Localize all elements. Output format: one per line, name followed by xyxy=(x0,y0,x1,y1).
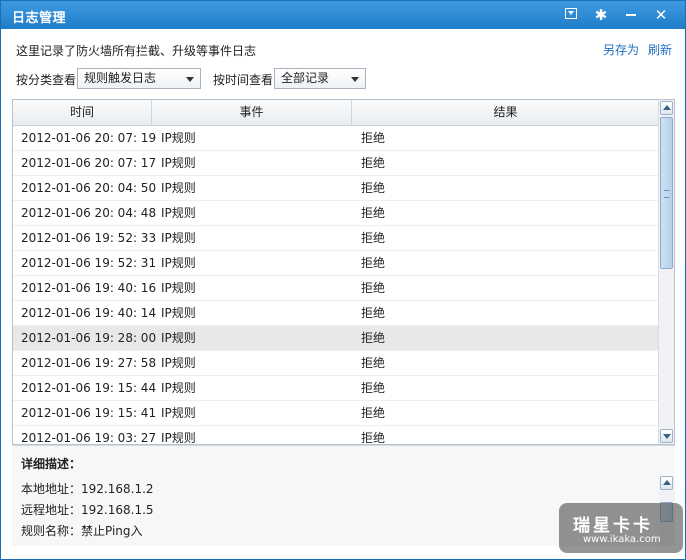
scroll-thumb[interactable] xyxy=(660,117,673,269)
cell-time: 2012-01-06 19: 15: 44 xyxy=(21,381,157,395)
table-row[interactable]: 2012-01-06 20: 07: 17 IP规则 拒绝 xyxy=(13,151,659,176)
table-row[interactable]: 2012-01-06 20: 07: 19 IP规则 拒绝 xyxy=(13,126,659,151)
cell-time: 2012-01-06 19: 52: 33 xyxy=(21,231,157,245)
cell-time: 2012-01-06 19: 28: 00 xyxy=(21,331,157,345)
table-row[interactable]: 2012-01-06 19: 28: 00 IP规则 拒绝 xyxy=(13,326,659,351)
log-manager-window: 日志管理 ✱ ✕ 这里记录了防火墙所有拦截、升级等事件日志 另存为 刷新 按分类… xyxy=(0,0,686,560)
table-row[interactable]: 2012-01-06 19: 27: 58 IP规则 拒绝 xyxy=(13,351,659,376)
chevron-down-icon xyxy=(186,77,194,82)
time-select-value: 全部记录 xyxy=(281,71,330,85)
time-filter-label: 按时间查看 xyxy=(213,73,274,87)
cell-result: 拒绝 xyxy=(361,156,386,170)
page-description: 这里记录了防火墙所有拦截、升级等事件日志 xyxy=(16,44,257,58)
table-body: 2012-01-06 20: 07: 19 IP规则 拒绝 2012-01-06 20… xyxy=(13,126,659,445)
table-row[interactable]: 2012-01-06 20: 04: 48 IP规则 拒绝 xyxy=(13,201,659,226)
cell-time: 2012-01-06 19: 03: 27 xyxy=(21,431,157,445)
watermark-brand: 瑞星卡卡 xyxy=(573,516,653,536)
cell-time: 2012-01-06 20: 07: 17 xyxy=(21,156,157,170)
cell-time: 2012-01-06 19: 27: 58 xyxy=(21,356,157,370)
table-row[interactable]: 2012-01-06 19: 15: 41 IP规则 拒绝 xyxy=(13,401,659,426)
table-row[interactable]: 2012-01-06 19: 15: 44 IP规则 拒绝 xyxy=(13,376,659,401)
cell-event: IP规则 xyxy=(161,381,196,395)
cell-result: 拒绝 xyxy=(361,356,386,370)
cell-time: 2012-01-06 19: 40: 16 xyxy=(21,281,157,295)
category-filter-label: 按分类查看 xyxy=(16,73,77,87)
column-header-result[interactable]: 结果 xyxy=(352,100,659,125)
cell-result: 拒绝 xyxy=(361,331,386,345)
refresh-link[interactable]: 刷新 xyxy=(648,41,672,58)
cell-event: IP规则 xyxy=(161,206,196,220)
detail-remote-address: 远程地址：192.168.1.5 xyxy=(21,503,154,517)
watermark-logo: 瑞星卡卡 www.ikaka.com xyxy=(559,503,683,553)
column-header-time[interactable]: 时间 xyxy=(13,100,152,125)
window-title: 日志管理 xyxy=(12,11,67,26)
cell-time: 2012-01-06 19: 40: 14 xyxy=(21,306,157,320)
table-row[interactable]: 2012-01-06 20: 04: 50 IP规则 拒绝 xyxy=(13,176,659,201)
cell-result: 拒绝 xyxy=(361,131,386,145)
gear-icon[interactable]: ✱ xyxy=(591,5,611,25)
table-scrollbar[interactable] xyxy=(658,100,674,444)
cell-result: 拒绝 xyxy=(361,306,386,320)
cell-event: IP规则 xyxy=(161,256,196,270)
cell-result: 拒绝 xyxy=(361,381,386,395)
cell-event: IP规则 xyxy=(161,281,196,295)
minimize-icon[interactable] xyxy=(621,5,641,25)
close-icon[interactable]: ✕ xyxy=(651,5,671,25)
table-row[interactable]: 2012-01-06 19: 52: 31 IP规则 拒绝 xyxy=(13,251,659,276)
watermark-url: www.ikaka.com xyxy=(583,534,661,545)
cell-event: IP规则 xyxy=(161,231,196,245)
cell-result: 拒绝 xyxy=(361,206,386,220)
category-select[interactable]: 规则触发日志 xyxy=(77,68,201,89)
scroll-up-button[interactable] xyxy=(660,101,673,115)
detail-title: 详细描述： xyxy=(21,457,82,471)
column-header-event[interactable]: 事件 xyxy=(152,100,352,125)
cell-event: IP规则 xyxy=(161,156,196,170)
cell-result: 拒绝 xyxy=(361,231,386,245)
cell-time: 2012-01-06 19: 52: 31 xyxy=(21,256,157,270)
cell-result: 拒绝 xyxy=(361,256,386,270)
detail-rule-name: 规则名称：禁止Ping入 xyxy=(21,524,143,538)
category-select-value: 规则触发日志 xyxy=(84,71,157,85)
log-table: 时间 事件 结果 2012-01-06 20: 07: 19 IP规则 拒绝 2012… xyxy=(12,99,675,445)
cell-event: IP规则 xyxy=(161,306,196,320)
cell-result: 拒绝 xyxy=(361,406,386,420)
cell-time: 2012-01-06 20: 04: 48 xyxy=(21,206,157,220)
table-row[interactable]: 2012-01-06 19: 52: 33 IP规则 拒绝 xyxy=(13,226,659,251)
table-row[interactable]: 2012-01-06 19: 40: 14 IP规则 拒绝 xyxy=(13,301,659,326)
scroll-down-button[interactable] xyxy=(660,429,673,443)
dropdown-box-icon[interactable] xyxy=(561,5,581,25)
cell-time: 2012-01-06 19: 15: 41 xyxy=(21,406,157,420)
chevron-down-icon xyxy=(351,77,359,82)
cell-event: IP规则 xyxy=(161,181,196,195)
cell-event: IP规则 xyxy=(161,356,196,370)
cell-event: IP规则 xyxy=(161,131,196,145)
table-header: 时间 事件 结果 xyxy=(13,100,659,126)
cell-event: IP规则 xyxy=(161,431,196,445)
cell-result: 拒绝 xyxy=(361,281,386,295)
cell-event: IP规则 xyxy=(161,406,196,420)
cell-event: IP规则 xyxy=(161,331,196,345)
save-as-link[interactable]: 另存为 xyxy=(603,41,639,58)
cell-time: 2012-01-06 20: 07: 19 xyxy=(21,131,157,145)
detail-local-address: 本地地址：192.168.1.2 xyxy=(21,482,154,496)
table-row[interactable]: 2012-01-06 19: 03: 27 IP规则 拒绝 xyxy=(13,426,659,445)
table-row[interactable]: 2012-01-06 19: 40: 16 IP规则 拒绝 xyxy=(13,276,659,301)
detail-scroll-up-button[interactable] xyxy=(660,476,673,490)
title-bar[interactable]: 日志管理 ✱ ✕ xyxy=(1,1,685,29)
time-select[interactable]: 全部记录 xyxy=(274,68,366,89)
cell-result: 拒绝 xyxy=(361,181,386,195)
cell-result: 拒绝 xyxy=(361,431,386,445)
cell-time: 2012-01-06 20: 04: 50 xyxy=(21,181,157,195)
